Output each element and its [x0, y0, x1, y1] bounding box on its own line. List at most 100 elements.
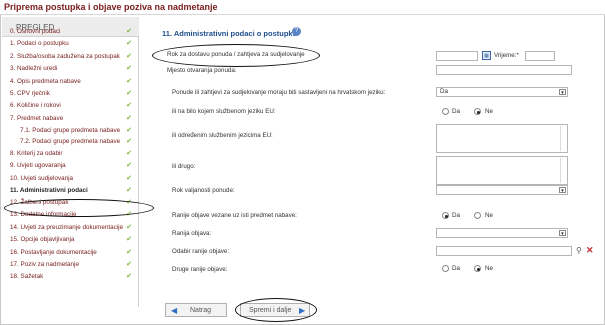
ranije-da-radio[interactable] — [442, 212, 449, 219]
help-icon[interactable]: ? — [292, 27, 301, 36]
sidebar-item-label: 11. Administrativni podaci — [10, 187, 88, 194]
rok-date-input[interactable] — [436, 51, 478, 61]
window-title-bar: Priprema postupka i objave poziva na nad… — [0, 0, 605, 15]
check-icon: ✔ — [126, 127, 132, 134]
jezik-label: Ponude ili zahtjevi za sudjelovanje mora… — [172, 89, 386, 96]
druge-label: Druge ranije objave: — [172, 266, 228, 273]
eu-ne-label: Ne — [485, 108, 494, 115]
ranija-objava-select[interactable]: ▼ — [436, 228, 568, 238]
druge-da-radio[interactable] — [442, 265, 449, 272]
main-panel: 11. Administrativni podaci o postupku ? … — [140, 17, 602, 322]
highlight-oval-sidebar — [4, 199, 154, 217]
sidebar-item[interactable]: 17. Poziv za nadmetanje ✔ — [6, 260, 138, 270]
sidebar-item[interactable]: 3. Nadležni uredi ✔ — [6, 64, 138, 74]
sidebar-item-label: 7.2. Podaci grupe predmeta nabave — [20, 138, 121, 145]
check-icon: ✔ — [126, 175, 132, 182]
sidebar-item-label: 7.1. Podaci grupe predmeta nabave — [20, 127, 121, 134]
jezik-select[interactable]: Da ▼ — [436, 87, 568, 97]
sidebar-item[interactable]: 0. Osnovni podaci ✔ — [6, 27, 138, 37]
back-button-label: Natrag — [190, 307, 212, 314]
arrow-left-icon: ◀ — [171, 306, 178, 315]
rok-valjanosti-select[interactable]: ▼ — [436, 185, 568, 195]
sidebar-item-label: 17. Poziv za nadmetanje — [10, 261, 79, 268]
calendar-icon[interactable]: ▦ — [482, 51, 491, 60]
window-title: Priprema postupka i objave poziva na nad… — [4, 2, 218, 12]
sidebar-item-label: 8. Kriterij za odabir — [10, 150, 63, 157]
odredjeni-textarea[interactable] — [436, 124, 568, 153]
ranija-objava-label: Ranija objava: — [172, 230, 212, 237]
sidebar-item[interactable]: 7.2. Podaci grupe predmeta nabave ✔ — [6, 137, 138, 147]
sidebar-item-label: 1. Podaci o postupku — [10, 40, 69, 47]
chevron-down-icon: ▼ — [559, 187, 566, 193]
sidebar-item-label: 10. Uvjeti sudjelovanja — [10, 175, 74, 182]
sidebar-item-label: 15. Opcije objavljivanja — [10, 236, 75, 243]
sidebar-item[interactable]: 5. CPV rječnik ✔ — [6, 89, 138, 99]
sidebar-item-label: 16. Postavljanje dokumentacije — [10, 249, 97, 256]
sidebar-item[interactable]: 7. Predmet nabave ✔ — [6, 114, 138, 124]
panel-title: 11. Administrativni podaci o postupku — [162, 29, 298, 38]
check-icon: ✔ — [126, 102, 132, 109]
search-icon[interactable]: ⚲ — [576, 246, 582, 255]
odredjeni-label: ili određenim službenim jezicima EU: — [172, 132, 273, 139]
check-icon: ✔ — [126, 187, 132, 194]
sidebar-item[interactable]: 9. Uvjeti ugovaranja ✔ — [6, 161, 138, 171]
eu-da-label: Da — [452, 108, 461, 115]
sidebar-item-label: 5. CPV rječnik — [10, 90, 50, 97]
sidebar-item-label: 0. Osnovni podaci — [10, 28, 61, 35]
check-icon: ✔ — [126, 162, 132, 169]
sidebar-item[interactable]: 8. Kriterij za odabir ✔ — [6, 149, 138, 159]
ranije-da-label: Da — [452, 212, 461, 219]
eu-ne-radio[interactable] — [474, 108, 481, 115]
textarea-scrollbar[interactable] — [560, 126, 566, 151]
check-icon: ✔ — [126, 115, 132, 122]
sidebar-item[interactable]: 4. Opis predmeta nabave ✔ — [6, 77, 138, 87]
sidebar-item[interactable]: 16. Postavljanje dokumentacije ✔ — [6, 248, 138, 258]
druge-ne-label: Ne — [485, 265, 494, 272]
close-icon[interactable]: ✕ — [586, 245, 594, 256]
vrijeme-label: Vrijeme:* — [494, 52, 519, 59]
sidebar: PREGLED 0. Osnovni podaci ✔ 1. Podaci o po… — [2, 17, 139, 307]
sidebar-item-label: 6. Količine i rokovi — [10, 102, 61, 109]
chevron-down-icon: ▼ — [559, 230, 566, 236]
sidebar-item-label: 14. Uvjeti za preuzimanje dokumentacije — [10, 224, 124, 231]
check-icon: ✔ — [126, 150, 132, 157]
sidebar-item-label: 7. Predmet nabave — [10, 115, 64, 122]
sidebar-item-label: 4. Opis predmeta nabave — [10, 78, 81, 85]
sidebar-item[interactable]: 6. Količine i rokovi ✔ — [6, 101, 138, 111]
sidebar-item-label: 9. Uvjeti ugovaranja — [10, 162, 66, 169]
sidebar-item[interactable]: 15. Opcije objavljivanja ✔ — [6, 235, 138, 245]
ranije-ne-label: Ne — [485, 212, 494, 219]
odabir-label: Odabir ranije objave: — [172, 248, 230, 255]
eu-da-radio[interactable] — [442, 108, 449, 115]
check-icon: ✔ — [126, 78, 132, 85]
ranije-ne-radio[interactable] — [474, 212, 481, 219]
sidebar-item[interactable]: 7.1. Podaci grupe predmeta nabave ✔ — [6, 126, 138, 136]
drugo-textarea[interactable] — [436, 156, 568, 185]
back-button[interactable]: ◀ Natrag — [165, 303, 227, 317]
check-icon: ✔ — [126, 138, 132, 145]
rok-valjanosti-label: Rok valjanosti ponude: — [172, 187, 235, 194]
sidebar-item[interactable]: 11. Administrativni podaci ✔ — [6, 186, 138, 196]
chevron-down-icon: ▼ — [559, 89, 566, 95]
vrijeme-input[interactable] — [525, 51, 555, 61]
sidebar-item[interactable]: 14. Uvjeti za preuzimanje dokumentacije ✔ — [6, 223, 138, 233]
eu-label: ili na bilo kojem službenom jeziku EU: — [172, 108, 276, 115]
check-icon: ✔ — [126, 90, 132, 97]
check-icon: ✔ — [126, 261, 132, 268]
check-icon: ✔ — [126, 249, 132, 256]
sidebar-item[interactable]: 1. Podaci o postupku ✔ — [6, 39, 138, 49]
check-icon: ✔ — [126, 28, 132, 35]
check-icon: ✔ — [126, 236, 132, 243]
druge-ne-radio[interactable] — [474, 265, 481, 272]
sidebar-item-label: 2. Služba/osoba zadužena za postupak — [10, 53, 120, 60]
mjesto-input[interactable] — [436, 65, 572, 75]
textarea-scrollbar[interactable] — [560, 158, 566, 183]
check-icon: ✔ — [126, 224, 132, 231]
odabir-input[interactable] — [436, 246, 572, 256]
sidebar-item[interactable]: 18. Sažetak ✔ — [6, 272, 138, 282]
sidebar-item[interactable]: 10. Uvjeti sudjelovanja ✔ — [6, 174, 138, 184]
druge-da-label: Da — [452, 265, 461, 272]
sidebar-item-label: 18. Sažetak — [10, 273, 44, 280]
sidebar-item[interactable]: 2. Služba/osoba zadužena za postupak ✔ — [6, 52, 138, 62]
ranije-objave-label: Ranije objave vezane uz isti predmet nab… — [172, 212, 297, 219]
